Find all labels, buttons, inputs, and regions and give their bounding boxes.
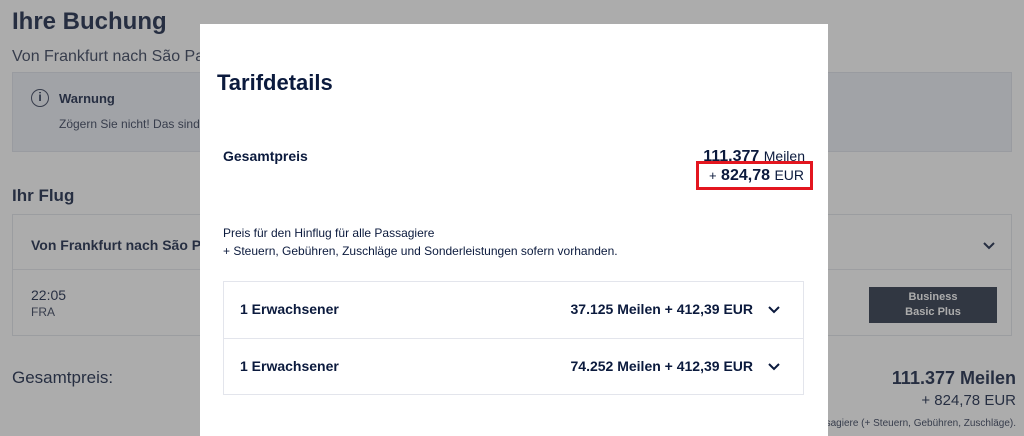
fare-details-modal: Tarifdetails Gesamtpreis 111.377 Meilen … bbox=[200, 24, 828, 436]
total-eur-highlight: + 824,78 EUR bbox=[696, 161, 813, 190]
chevron-down-icon[interactable] bbox=[767, 302, 781, 316]
price-note-line2: + Steuern, Gebühren, Zuschläge und Sonde… bbox=[223, 244, 618, 258]
modal-title: Tarifdetails bbox=[217, 70, 333, 95]
passenger-label: 1 Erwachsener bbox=[240, 358, 339, 374]
passenger-row[interactable]: 1 Erwachsener 37.125 Meilen + 412,39 EUR bbox=[224, 282, 803, 338]
eur-unit: EUR bbox=[774, 167, 804, 183]
passenger-row[interactable]: 1 Erwachsener 74.252 Meilen + 412,39 EUR bbox=[224, 338, 803, 394]
passenger-list: 1 Erwachsener 37.125 Meilen + 412,39 EUR… bbox=[223, 281, 804, 395]
passenger-price: 74.252 Meilen + 412,39 EUR bbox=[570, 358, 754, 374]
total-eur-value: 824,78 bbox=[721, 167, 770, 184]
passenger-price: 37.125 Meilen + 412,39 EUR bbox=[570, 301, 754, 317]
chevron-down-icon[interactable] bbox=[767, 359, 781, 373]
plus-sign: + bbox=[709, 168, 717, 183]
passenger-label: 1 Erwachsener bbox=[240, 301, 339, 317]
price-note-line1: Preis für den Hinflug für alle Passagier… bbox=[223, 226, 435, 240]
total-price-label: Gesamtpreis bbox=[223, 148, 308, 164]
